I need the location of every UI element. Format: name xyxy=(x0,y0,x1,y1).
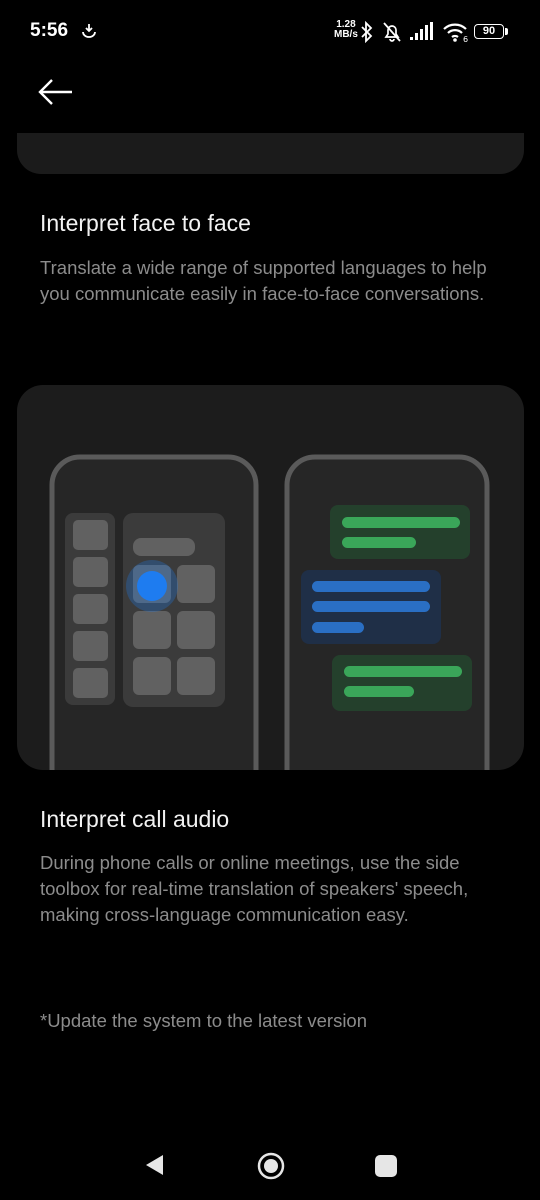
battery-level: 90 xyxy=(474,24,504,39)
section-description-face-to-face: Translate a wide range of supported lang… xyxy=(40,257,487,304)
illustration-card xyxy=(17,385,524,770)
signal-icon xyxy=(410,22,433,40)
section-title-face-to-face: Interpret face to face xyxy=(40,210,251,236)
previous-illustration-card xyxy=(17,133,524,174)
battery-tip xyxy=(505,28,508,35)
phone-right-illustration xyxy=(284,454,490,770)
nav-home-button[interactable] xyxy=(257,1152,285,1180)
network-speed-unit: MB/s xyxy=(334,29,358,40)
nav-recent-button[interactable] xyxy=(375,1155,397,1177)
wifi-sub-label: 6 xyxy=(463,35,468,43)
back-arrow-icon xyxy=(38,79,72,105)
section-title-call-audio: Interpret call audio xyxy=(40,806,230,832)
download-icon xyxy=(82,24,96,38)
phone-left-illustration xyxy=(49,454,259,770)
wifi-icon: 6 xyxy=(443,23,468,43)
illustration xyxy=(49,454,490,770)
section-description-call-audio: During phone calls or online meetings, u… xyxy=(40,852,469,925)
back-button[interactable] xyxy=(34,72,78,112)
update-footnote: *Update the system to the latest version xyxy=(40,1010,368,1031)
mute-icon xyxy=(383,22,401,42)
nav-back-icon xyxy=(146,1155,163,1175)
bluetooth-icon xyxy=(361,21,373,43)
status-time: 5:56 xyxy=(30,20,69,41)
nav-back-button[interactable] xyxy=(143,1152,167,1178)
network-speed: 1.28 MB/s xyxy=(334,20,358,40)
nav-home-icon xyxy=(257,1152,285,1180)
